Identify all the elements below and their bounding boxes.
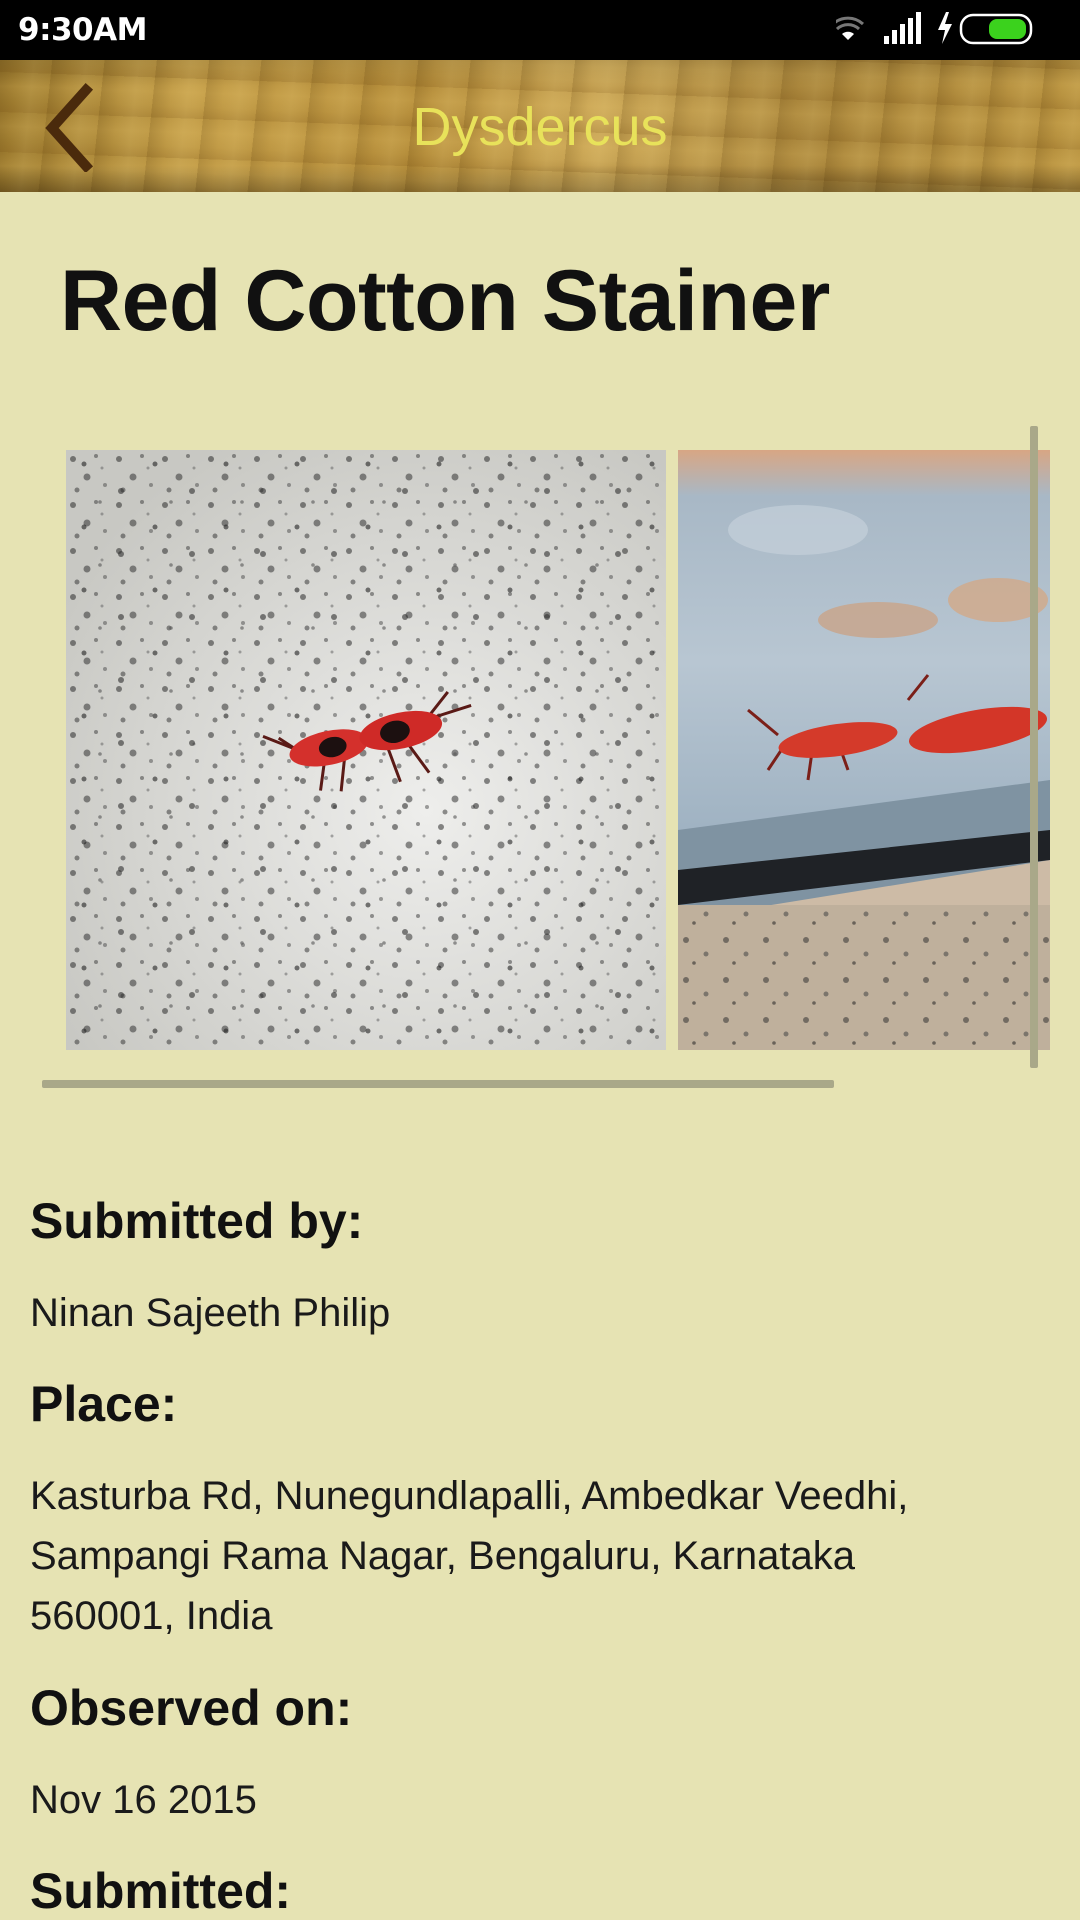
observation-photo[interactable] xyxy=(66,450,666,1050)
submitted-by-value: Ninan Sajeeth Philip xyxy=(30,1291,391,1335)
submitted-by-label: Submitted by: xyxy=(30,1193,364,1249)
battery-icon xyxy=(959,13,1033,45)
app-bar: Dysdercus xyxy=(0,60,1080,192)
horizontal-scrollbar[interactable] xyxy=(42,1080,834,1088)
charging-icon xyxy=(938,12,952,44)
signal-icon xyxy=(884,12,921,44)
submitted-label: Submitted: xyxy=(30,1863,292,1919)
status-bar: 9:30AM xyxy=(0,0,1080,60)
place-label: Place: xyxy=(30,1376,178,1432)
species-common-name: Red Cotton Stainer xyxy=(60,253,830,349)
observed-on-value: Nov 16 2015 xyxy=(30,1778,257,1822)
place-value: Kasturba Rd, Nunegundlapalli, Ambedkar V… xyxy=(30,1474,909,1638)
observed-on-label: Observed on: xyxy=(30,1680,353,1736)
photo-gallery[interactable] xyxy=(42,426,1050,1090)
observation-photo[interactable] xyxy=(678,450,1050,1050)
app-title: Dysdercus xyxy=(412,97,668,157)
status-icons xyxy=(836,12,1066,48)
vertical-scrollbar[interactable] xyxy=(1030,426,1038,1068)
wifi-icon xyxy=(836,16,865,40)
status-time: 9:30AM xyxy=(18,12,147,48)
